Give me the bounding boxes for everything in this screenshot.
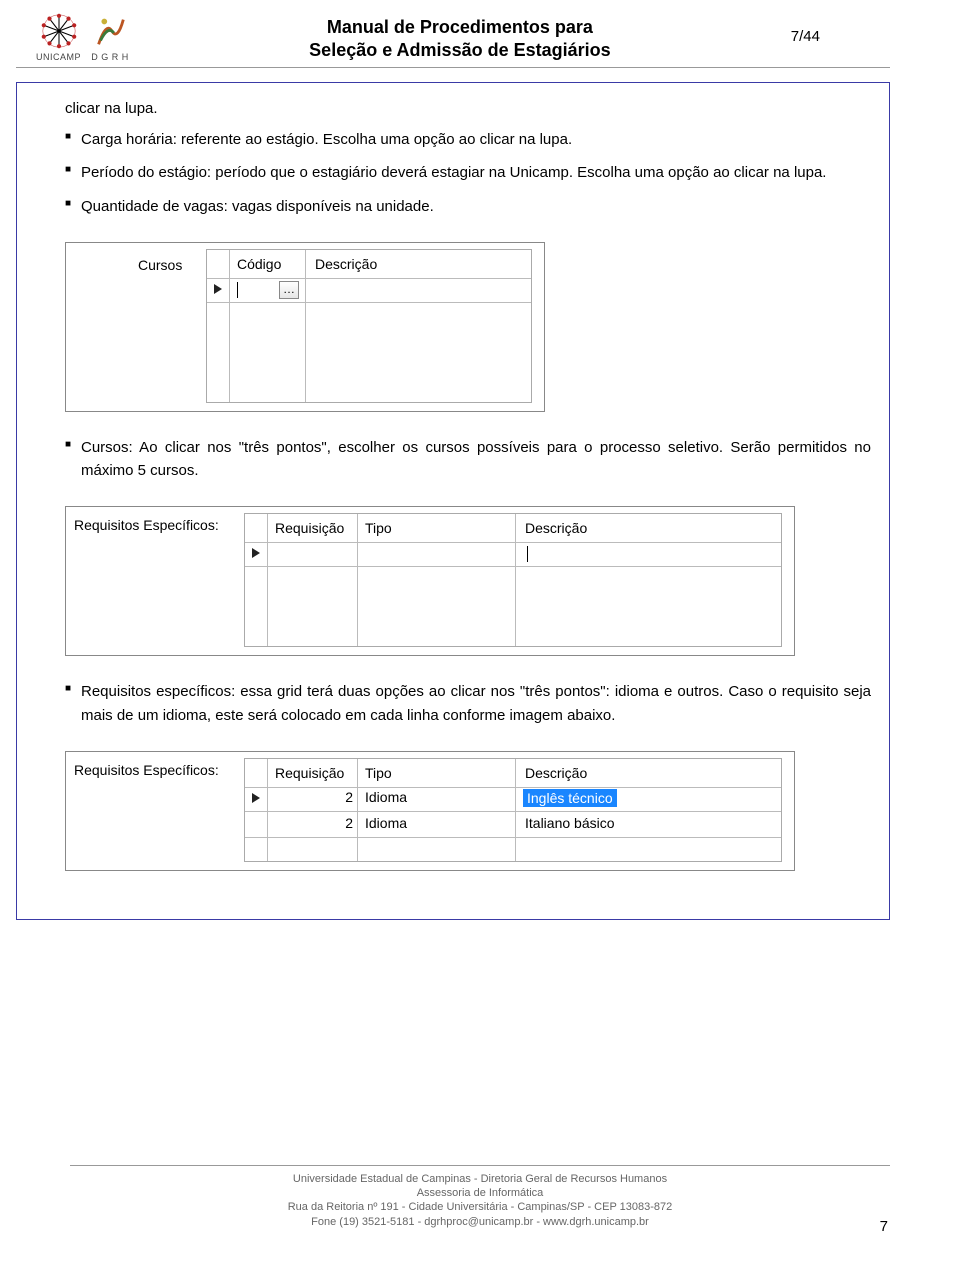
- requisitos-label-2: Requisitos Específicos:: [74, 762, 219, 778]
- requisitos-grid-panel: Requisição Tipo Descrição: [244, 513, 782, 647]
- unicamp-logo-icon: [40, 12, 78, 50]
- requisitos-label: Requisitos Específicos:: [74, 517, 219, 533]
- page-indicator-top: 7/44: [791, 12, 820, 45]
- grid-vline-d: [267, 759, 268, 861]
- cursos-grid-panel: Código Descrição …: [206, 249, 532, 403]
- text-cursor-2: [527, 546, 528, 562]
- col-tipo-2: Tipo: [365, 765, 392, 781]
- grid-vline-2: [305, 250, 306, 402]
- bullet-requisitos-especificos: Requisitos específicos: essa grid terá d…: [65, 680, 871, 727]
- grid-header-sep: [207, 278, 531, 279]
- row-marker-icon: [214, 284, 222, 294]
- grid-vline-f: [515, 759, 516, 861]
- title-line-1: Manual de Procedimentos para: [327, 17, 593, 37]
- page-footer: Universidade Estadual de Campinas - Dire…: [70, 1165, 890, 1229]
- bullet-cursos: Cursos: Ao clicar nos "três pontos", esc…: [65, 436, 871, 483]
- grid-header-sep-3: [245, 787, 781, 788]
- grid-row-sep-3a: [245, 811, 781, 812]
- grid-header-sep-2: [245, 542, 781, 543]
- r1-tipo: Idioma: [365, 789, 407, 805]
- figure-requisitos-empty: Requisitos Específicos: Requisição Tipo …: [65, 506, 795, 656]
- requisitos-grid-panel-2: Requisição Tipo Descrição 2 Idioma Inglê…: [244, 758, 782, 862]
- footer-line-2: Assessoria de Informática: [70, 1186, 890, 1200]
- text-cursor: [237, 282, 238, 298]
- lead-line: clicar na lupa.: [65, 97, 871, 120]
- ellipsis-button[interactable]: …: [279, 281, 299, 299]
- cursos-label: Cursos: [138, 257, 182, 273]
- content-frame: clicar na lupa. Carga horária: referente…: [16, 82, 890, 920]
- row-marker-icon-3: [252, 793, 260, 803]
- col-requisicao: Requisição: [275, 520, 344, 536]
- bullet-periodo-estagio: Período do estágio: período que o estagi…: [65, 161, 871, 184]
- r2-req: 2: [345, 815, 353, 831]
- col-descricao-2: Descrição: [525, 765, 587, 781]
- r1-desc-selected[interactable]: Inglês técnico: [523, 789, 617, 807]
- grid-vline-c: [515, 514, 516, 646]
- bullet-list-top: Carga horária: referente ao estágio. Esc…: [65, 128, 871, 218]
- grid-row-sep-3b: [245, 837, 781, 838]
- col-descricao: Descrição: [525, 520, 587, 536]
- figure-requisitos-filled: Requisitos Específicos: Requisição Tipo …: [65, 751, 795, 871]
- title-line-2: Seleção e Admissão de Estagiários: [309, 40, 610, 60]
- row-marker-icon-2: [252, 548, 260, 558]
- figure-cursos-grid: Cursos Código Descrição …: [65, 242, 545, 412]
- dgrh-logo-icon: [91, 12, 129, 50]
- unicamp-logo: UNICAMP: [36, 12, 81, 62]
- grid-row-sep: [207, 302, 531, 303]
- grid-vline-1: [229, 250, 230, 402]
- grid-row-sep-2: [245, 566, 781, 567]
- bullet-carga-horaria: Carga horária: referente ao estágio. Esc…: [65, 128, 871, 151]
- grid-vline-b: [357, 514, 358, 646]
- footer-line-4: Fone (19) 3521-5181 - dgrhproc@unicamp.b…: [70, 1215, 890, 1229]
- footer-line-1: Universidade Estadual de Campinas - Dire…: [70, 1172, 890, 1186]
- logo-group: UNICAMP D G R H: [36, 12, 129, 62]
- dgrh-logo: D G R H: [91, 12, 129, 62]
- col-codigo: Código: [237, 256, 281, 272]
- r1-req: 2: [345, 789, 353, 805]
- bullet-list-bot: Requisitos específicos: essa grid terá d…: [65, 680, 871, 727]
- page-header: UNICAMP D G R H Manual de Procedimentos …: [16, 0, 890, 68]
- r2-tipo: Idioma: [365, 815, 407, 831]
- unicamp-logo-label: UNICAMP: [36, 52, 81, 62]
- r2-desc: Italiano básico: [525, 815, 615, 831]
- col-requisicao-2: Requisição: [275, 765, 344, 781]
- grid-vline-e: [357, 759, 358, 861]
- col-tipo: Tipo: [365, 520, 392, 536]
- bullet-list-mid: Cursos: Ao clicar nos "três pontos", esc…: [65, 436, 871, 483]
- page-number-bottom: 7: [880, 1218, 888, 1235]
- footer-line-3: Rua da Reitoria nº 191 - Cidade Universi…: [70, 1200, 890, 1214]
- document-title: Manual de Procedimentos para Seleção e A…: [129, 12, 791, 63]
- dgrh-logo-label: D G R H: [91, 52, 129, 62]
- bullet-quantidade-vagas: Quantidade de vagas: vagas disponíveis n…: [65, 195, 871, 218]
- col-descricao: Descrição: [315, 256, 377, 272]
- grid-vline-a: [267, 514, 268, 646]
